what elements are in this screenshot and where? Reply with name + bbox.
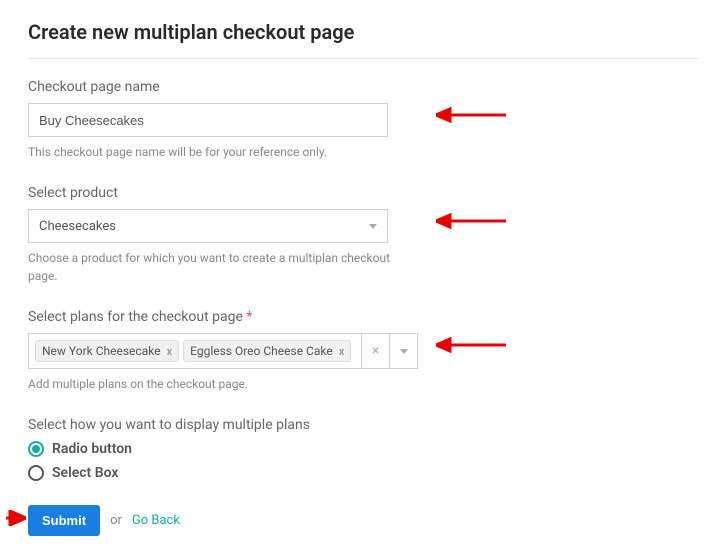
- submit-button[interactable]: Submit: [28, 505, 100, 536]
- checkout-name-label: Checkout page name: [28, 79, 698, 95]
- plan-chip: New York Cheesecake x: [35, 340, 179, 362]
- caret-down-icon: [369, 224, 377, 229]
- clear-all-button[interactable]: ×: [361, 334, 389, 368]
- required-mark: *: [246, 309, 252, 325]
- checkout-name-group: Checkout page name This checkout page na…: [28, 79, 698, 161]
- radio-option[interactable]: Select Box: [28, 465, 698, 481]
- plan-chip: Eggless Oreo Cheese Cake x: [183, 340, 351, 362]
- checkout-name-input[interactable]: [28, 103, 388, 137]
- plan-chip-label: New York Cheesecake: [42, 344, 161, 358]
- select-plans-label: Select plans for the checkout page *: [28, 309, 698, 325]
- display-mode-group: Select how you want to display multiple …: [28, 417, 698, 481]
- display-mode-radio-group: Radio button Select Box: [28, 441, 698, 481]
- plan-chip-label: Eggless Oreo Cheese Cake: [190, 344, 333, 358]
- or-text: or: [110, 513, 122, 528]
- radio-icon: [28, 441, 44, 457]
- radio-icon: [28, 465, 44, 481]
- caret-down-icon: [400, 349, 408, 354]
- select-product-group: Select product Cheesecakes Choose a prod…: [28, 185, 698, 285]
- multiselect-toggle[interactable]: [389, 334, 417, 368]
- chip-remove-icon[interactable]: x: [339, 345, 345, 358]
- page-title: Create new multiplan checkout page: [28, 20, 698, 44]
- select-plans-group: Select plans for the checkout page * New…: [28, 309, 698, 393]
- radio-option[interactable]: Radio button: [28, 441, 698, 457]
- select-plans-help: Add multiple plans on the checkout page.: [28, 375, 408, 393]
- go-back-link[interactable]: Go Back: [132, 513, 180, 528]
- divider: [28, 58, 698, 59]
- arrow-annotation-icon: [6, 510, 26, 526]
- arrow-annotation-icon: [436, 335, 506, 355]
- radio-label: Select Box: [52, 465, 118, 481]
- arrow-annotation-icon: [436, 105, 506, 125]
- select-product-label: Select product: [28, 185, 698, 201]
- multi-chips-container: New York CheesecakexEggless Oreo Cheese …: [29, 334, 361, 368]
- form-footer: Submit or Go Back: [28, 505, 698, 536]
- arrow-annotation-icon: [436, 211, 506, 231]
- select-plans-multiselect[interactable]: New York CheesecakexEggless Oreo Cheese …: [28, 333, 418, 369]
- select-product-help: Choose a product for which you want to c…: [28, 249, 408, 285]
- checkout-name-help: This checkout page name will be for your…: [28, 143, 408, 161]
- chip-remove-icon[interactable]: x: [167, 345, 173, 358]
- select-product-value: Cheesecakes: [39, 219, 116, 234]
- select-product-dropdown[interactable]: Cheesecakes: [28, 209, 388, 243]
- radio-label: Radio button: [52, 441, 132, 457]
- display-mode-label: Select how you want to display multiple …: [28, 417, 698, 433]
